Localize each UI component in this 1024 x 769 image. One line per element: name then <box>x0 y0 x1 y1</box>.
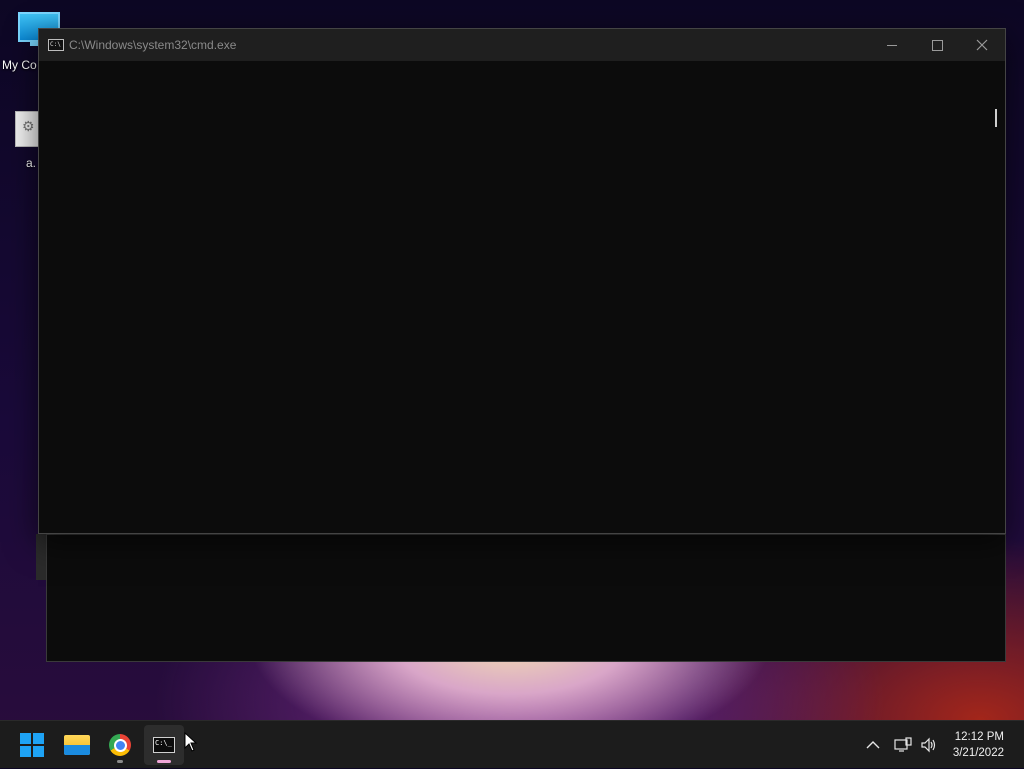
clock-date: 3/21/2022 <box>952 747 1004 759</box>
taskbar-clock[interactable]: 12:12 PM 3/21/2022 <box>953 729 1004 761</box>
taskbar-command-prompt[interactable]: C:\_ <box>144 725 184 765</box>
maximize-icon <box>931 39 943 51</box>
maximize-button[interactable] <box>914 29 960 61</box>
chevron-up-icon[interactable] <box>866 740 880 750</box>
volume-icon[interactable] <box>920 737 938 753</box>
background-console-window[interactable] <box>46 534 1006 662</box>
cmd-icon: C:\_ <box>153 737 175 753</box>
cmd-window[interactable]: C:\ C:\Windows\system32\cmd.exe <box>38 28 1006 534</box>
mouse-cursor-icon <box>184 732 198 752</box>
clock-time: 12:12 PM <box>954 731 1004 743</box>
start-button[interactable] <box>12 725 52 765</box>
scrollbar-thumb[interactable] <box>995 109 997 127</box>
cmd-icon: C:\ <box>48 39 64 51</box>
console-area[interactable] <box>39 61 1005 533</box>
background-window-strip <box>36 534 46 580</box>
active-indicator <box>157 760 171 763</box>
network-icon[interactable] <box>894 737 912 753</box>
taskbar: C:\_ 12:12 PM 3/21/2022 <box>0 720 1024 768</box>
folder-icon <box>64 735 90 755</box>
close-icon <box>976 39 988 51</box>
window-title: C:\Windows\system32\cmd.exe <box>69 38 237 52</box>
running-indicator <box>117 760 123 763</box>
minimize-icon <box>887 44 897 46</box>
system-tray <box>866 721 938 769</box>
taskbar-chrome[interactable] <box>100 725 140 765</box>
minimize-button[interactable] <box>869 29 915 61</box>
window-titlebar[interactable]: C:\ C:\Windows\system32\cmd.exe <box>39 29 1005 61</box>
taskbar-file-explorer[interactable] <box>57 725 97 765</box>
chrome-icon <box>109 734 131 756</box>
windows-logo-icon <box>20 733 44 757</box>
close-button[interactable] <box>959 29 1005 61</box>
